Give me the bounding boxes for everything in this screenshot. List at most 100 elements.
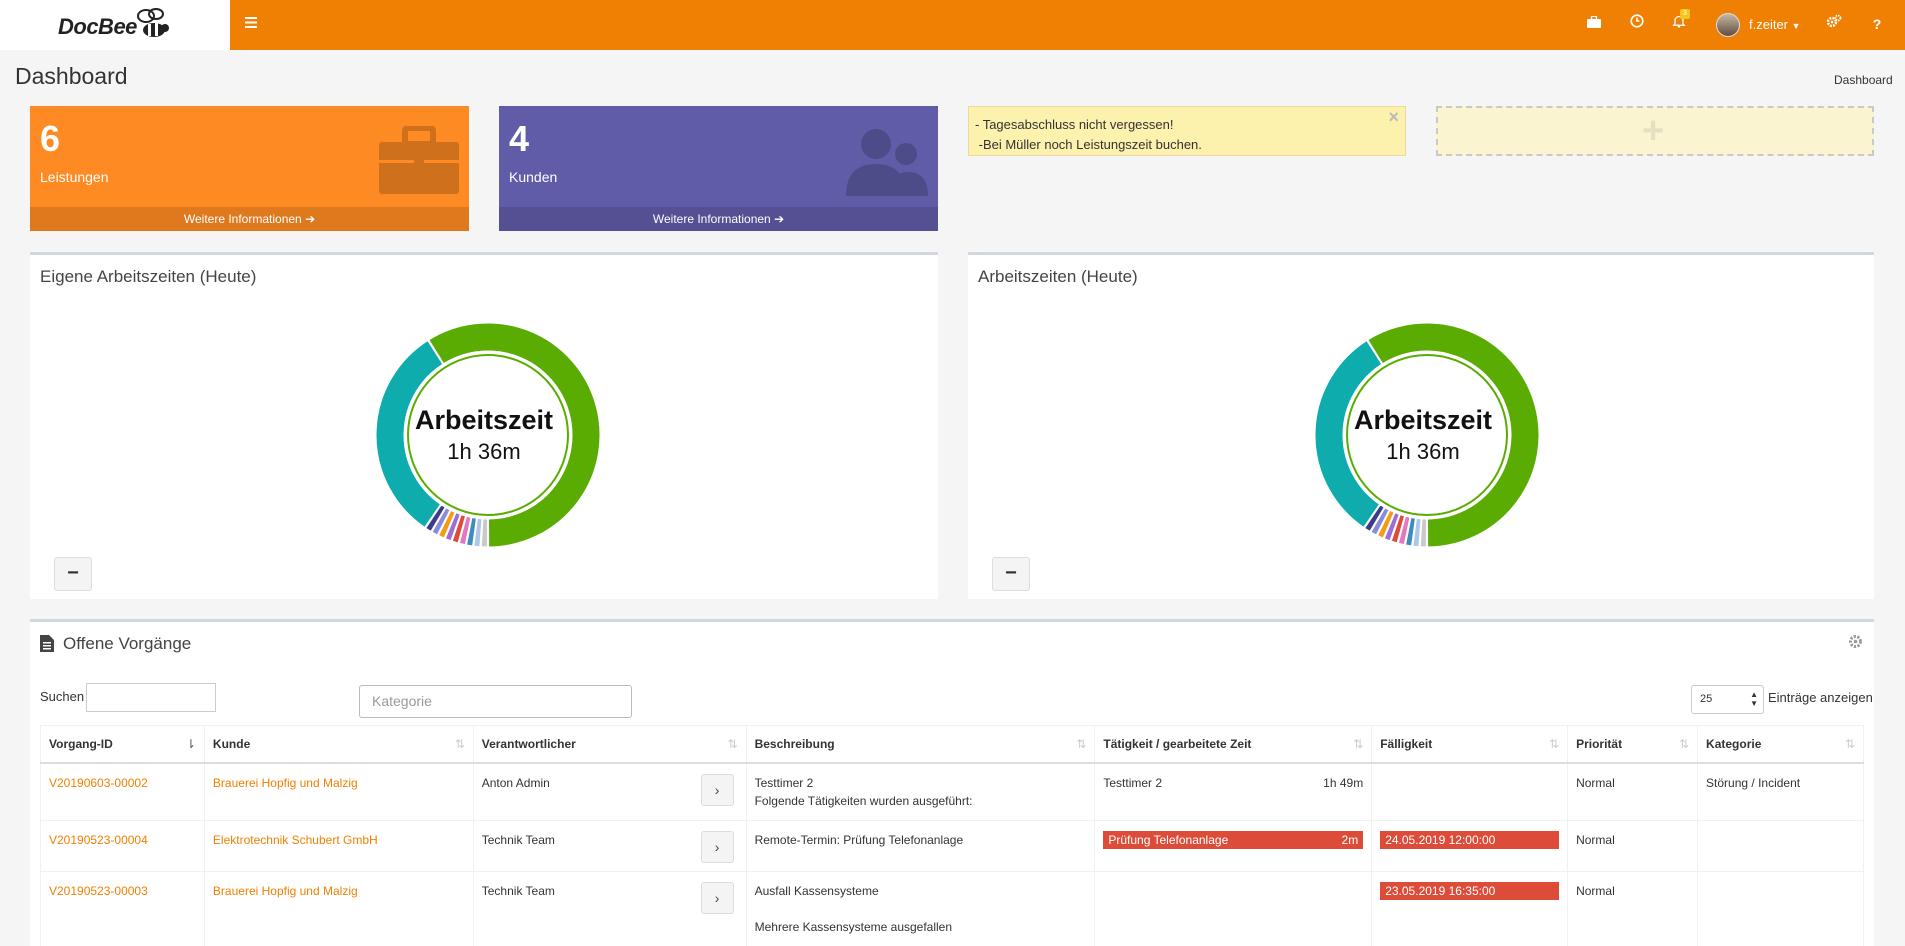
table-row[interactable]: V20190523-00004 Elektrotechnik Schubert … (40, 819, 1864, 872)
caret-down-icon: ▼ (1791, 21, 1801, 31)
open-details-button[interactable]: › (700, 881, 734, 914)
sidebar-toggle-button[interactable] (240, 12, 262, 36)
open-details-button[interactable]: › (700, 773, 734, 806)
cell-kunde[interactable]: Brauerei Hopfig und Malzig (203, 762, 474, 821)
panel-title: Offene Vorgänge (63, 634, 192, 653)
services-button[interactable] (1583, 13, 1605, 35)
user-menu[interactable]: f.zeiter ▼ (1749, 17, 1801, 32)
cell-vorgang-id[interactable]: V20190603-00002 (40, 762, 205, 821)
hamburger-icon (245, 17, 257, 28)
breadcrumb[interactable]: Dashboard (1834, 73, 1893, 87)
sort-icon: ⇅ (727, 737, 738, 751)
table-row[interactable]: V20190523-00003 Brauerei Hopfig und Malz… (40, 870, 1864, 946)
kunde-link[interactable]: Elektrotechnik Schubert GmbH (213, 833, 378, 847)
logo-text: DocBee (58, 14, 137, 39)
cell-prioritaet: Normal (1567, 819, 1699, 872)
cell-kunde[interactable]: Elektrotechnik Schubert GmbH (203, 819, 474, 872)
donut-inner-ring (407, 354, 569, 516)
vorgang-link[interactable]: V20190603-00002 (49, 776, 148, 790)
logo[interactable]: DocBee (0, 0, 230, 50)
vorgang-link[interactable]: V20190523-00004 (49, 833, 148, 847)
column-header-verantwortlicher[interactable]: Verantwortlicher ⇅ (472, 725, 747, 764)
user-name: f.zeiter (1749, 17, 1789, 32)
open-cases-table: Vorgang-ID ⇂ Kunde ⇅ Verantwortlicher ⇅ Bes… (40, 725, 1864, 946)
timer-button[interactable] (1626, 13, 1648, 35)
sort-desc-icon: ⇂ (185, 737, 196, 751)
cell-vorgang-id[interactable]: V20190523-00004 (40, 819, 205, 872)
cell-taetigkeit: Testtimer 2 1h 49m (1094, 762, 1373, 821)
column-header-kategorie[interactable]: Kategorie ⇅ (1697, 725, 1864, 764)
search-input[interactable] (86, 683, 216, 712)
kunden-label: Kunden (509, 169, 558, 185)
cell-beschreibung: Remote-Termin: Prüfung Telefonanlage (745, 819, 1096, 872)
cogs-icon (1826, 14, 1842, 28)
sort-icon: ⇅ (1549, 737, 1560, 751)
page-length-label: Einträge anzeigen (1768, 690, 1873, 705)
column-header-kunde[interactable]: Kunde ⇅ (203, 725, 474, 764)
page-length-select[interactable]: 25 ▲ ▼ (1691, 685, 1764, 714)
notification-badge: 3 (1680, 9, 1690, 19)
donut-inner-ring (1346, 354, 1508, 516)
more-info-label: Weitere Informationen (183, 212, 302, 226)
page-title: Dashboard (15, 63, 128, 89)
arrow-circle-right-icon: ➔ (305, 212, 316, 226)
page-length-value: 25 (1700, 693, 1713, 705)
taetigkeit-name: Prüfung Telefonanlage (1108, 832, 1229, 847)
kunden-box: 4 Kunden Weitere Informationen ➔ (499, 106, 938, 231)
column-header-faelligkeit[interactable]: Fälligkeit ⇅ (1371, 725, 1569, 764)
note-line: - Tagesabschluss nicht vergessen! (975, 117, 1174, 132)
donut-center-value: 1h 36m (1386, 439, 1459, 464)
donut-slice[interactable] (480, 518, 488, 548)
cell-faelligkeit: 24.05.2019 12:00:00 (1371, 819, 1569, 872)
column-header-prioritaet[interactable]: Priorität ⇅ (1567, 725, 1699, 764)
kunden-more-link[interactable]: Weitere Informationen ➔ (499, 207, 938, 231)
cell-kategorie (1697, 870, 1864, 946)
cell-prioritaet: Normal (1567, 762, 1699, 821)
vorgang-link[interactable]: V20190523-00003 (49, 884, 148, 898)
avatar[interactable] (1716, 13, 1740, 37)
sort-icon: ⇅ (1353, 737, 1364, 751)
due-date-badge: 24.05.2019 12:00:00 (1380, 830, 1560, 849)
cell-kunde[interactable]: Brauerei Hopfig und Malzig (203, 870, 474, 946)
table-row[interactable]: V20190603-00002 Brauerei Hopfig und Malz… (40, 762, 1864, 821)
collapse-button[interactable]: − (54, 557, 92, 591)
settings-button[interactable] (1823, 13, 1845, 35)
column-header-vorgang-id[interactable]: Vorgang-ID ⇂ (40, 725, 205, 764)
column-header-beschreibung[interactable]: Beschreibung ⇅ (745, 725, 1096, 764)
column-header-taetigkeit[interactable]: Tätigkeit / gearbeitete Zeit ⇅ (1094, 725, 1373, 764)
cell-kategorie (1697, 819, 1864, 872)
leistungen-label: Leistungen (40, 169, 109, 185)
collapse-button[interactable]: − (992, 557, 1030, 591)
help-button[interactable]: ? (1866, 13, 1888, 35)
note-line: -Bei Müller noch Leistungszeit buchen. (975, 137, 1202, 152)
add-widget-button[interactable]: + (1436, 106, 1874, 156)
cell-verantwortlicher: Technik Team › (472, 870, 747, 946)
own-worktime-panel: Eigene Arbeitszeiten (Heute) Arbeitszeit… (30, 252, 938, 599)
gear-icon[interactable] (1848, 634, 1863, 649)
cell-prioritaet: Normal (1567, 870, 1699, 946)
leistungen-more-link[interactable]: Weitere Informationen ➔ (30, 207, 469, 231)
cell-kategorie: Störung / Incident (1697, 762, 1864, 821)
leistungen-box: 6 Leistungen Weitere Informationen ➔ (30, 106, 469, 231)
kunde-link[interactable]: Brauerei Hopfig und Malzig (213, 884, 358, 898)
plus-icon: + (1642, 110, 1665, 152)
cell-vorgang-id[interactable]: V20190523-00003 (40, 870, 205, 946)
donut-slice[interactable] (1419, 518, 1427, 548)
close-icon[interactable]: × (1388, 107, 1399, 127)
worktime-panel: Arbeitszeiten (Heute) Arbeitszeit 1h 36m… (968, 252, 1874, 599)
taetigkeit-zeit: 2m (1341, 832, 1359, 847)
sticky-note[interactable]: - Tagesabschluss nicht vergessen! -Bei M… (968, 106, 1406, 156)
table-header-row: Vorgang-ID ⇂ Kunde ⇅ Verantwortlicher ⇅ Bes… (40, 725, 1864, 764)
kunde-link[interactable]: Brauerei Hopfig und Malzig (213, 776, 358, 790)
panel-title: Arbeitszeiten (Heute) (978, 267, 1138, 286)
cell-faelligkeit: 23.05.2019 16:35:00 (1371, 870, 1569, 946)
kunden-count: 4 (509, 118, 530, 159)
document-icon (40, 635, 54, 652)
leistungen-count: 6 (40, 118, 61, 159)
donut-center-value: 1h 36m (447, 439, 520, 464)
briefcase-icon (379, 126, 459, 194)
sort-icon: ⇅ (1076, 737, 1087, 751)
open-details-button[interactable]: › (700, 830, 734, 863)
kategorie-filter-input[interactable]: Kategorie (359, 685, 632, 718)
top-navbar: DocBee 3 f.zeiter ▼ ? (0, 0, 1905, 50)
